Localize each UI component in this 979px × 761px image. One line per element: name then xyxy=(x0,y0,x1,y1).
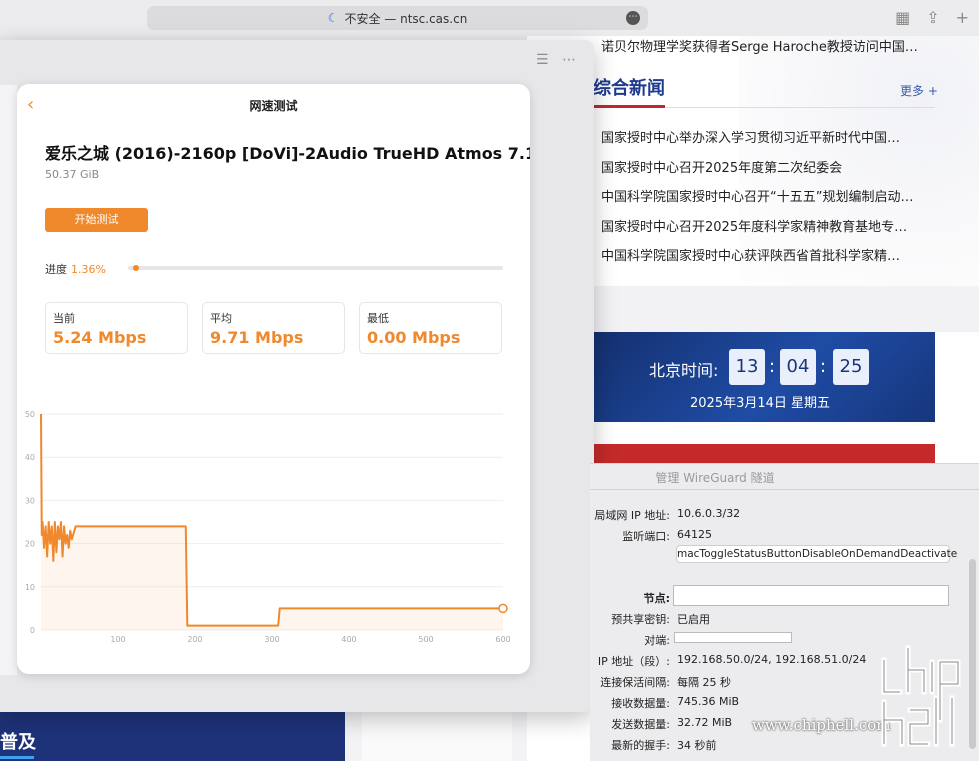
peer-label: 节点: xyxy=(643,592,670,605)
x-tick-label: 600 xyxy=(495,635,510,644)
progress-label-row: 进度 1.36% xyxy=(45,261,106,277)
science-banner-label[interactable]: 普及 xyxy=(0,728,36,754)
file-size: 50.37 GiB xyxy=(45,168,100,181)
new-tab-icon[interactable]: + xyxy=(956,8,969,27)
clock-label: 北京时间: xyxy=(649,361,719,380)
progress-label: 进度 xyxy=(45,263,67,276)
endpoint-label: 对端: xyxy=(644,634,670,647)
progress-bar xyxy=(128,265,503,271)
last-point-marker xyxy=(498,603,508,614)
wireguard-title: 管理 WireGuard 隧道 xyxy=(655,471,775,485)
page-menu-icon[interactable]: ⋯ xyxy=(626,11,640,25)
news-item[interactable]: 国家授时中心召开2025年度第二次纪委会 xyxy=(601,154,941,184)
beijing-clock: 北京时间: 13 : 04 : 25 2025年3月14日 星期五 xyxy=(593,332,935,422)
speed-chart: 0 10 20 30 40 50 100 200 300 400 500 600 xyxy=(25,410,511,644)
toggle-status-button[interactable]: macToggleStatusButtonDisableOnDemandDeac… xyxy=(676,545,957,563)
section-title: 综合新闻 xyxy=(593,78,665,99)
section-title-underline xyxy=(593,105,665,108)
sidebar-edge xyxy=(0,85,17,675)
scrollbar[interactable] xyxy=(969,559,976,749)
list-icon[interactable]: ☰ xyxy=(536,52,549,68)
handshake-label: 最新的握手: xyxy=(611,739,670,752)
science-banner-underline xyxy=(0,756,34,759)
lan-ip-value: 10.6.0.3/32 xyxy=(677,507,741,520)
allowed-ips-label: IP 地址（段）: xyxy=(597,655,670,668)
stat-average-label: 平均 xyxy=(210,312,232,325)
toolbar-icons: ▦ ⇪ + xyxy=(895,8,969,27)
rx-value: 745.36 MiB xyxy=(677,695,740,708)
gray-band xyxy=(593,286,979,332)
news-item[interactable]: 国家授时中心召开2025年度科学家精神教育基地专… xyxy=(601,213,941,243)
y-tick-label: 30 xyxy=(25,496,35,505)
stat-average-value: 9.71 Mbps xyxy=(210,328,304,347)
keepalive-value: 每隔 25 秒 xyxy=(677,676,731,689)
file-name: 爱乐之城 (2016)-2160p [DoVi]-2Audio TrueHD A… xyxy=(45,144,530,163)
x-tick-label: 400 xyxy=(341,635,356,644)
sheet-title: 网速测试 xyxy=(249,99,298,113)
handshake-value: 34 秒前 xyxy=(677,739,717,752)
chiphell-logo-icon xyxy=(881,645,961,747)
clock-hours: 13 xyxy=(729,349,765,385)
clock-colon: : xyxy=(769,356,776,377)
rx-label: 接收数据量: xyxy=(611,697,670,710)
y-tick-label: 10 xyxy=(25,583,35,592)
tab-overview-icon[interactable]: ▦ xyxy=(895,8,910,27)
browser-toolbar: ☾ 不安全 — ntsc.cas.cn ⋯ ▦ ⇪ + xyxy=(0,0,979,36)
x-tick-label: 300 xyxy=(264,635,279,644)
stat-minimum-label: 最低 xyxy=(367,312,389,325)
listen-port-value: 64125 xyxy=(677,528,712,541)
progress-percent: 1.36% xyxy=(71,263,106,276)
allowed-ips-value: 192.168.50.0/24, 192.168.51.0/24 xyxy=(677,653,867,666)
top-news-link[interactable]: 诺贝尔物理学奖获得者Serge Haroche教授访问中国… xyxy=(601,36,918,55)
stat-minimum-value: 0.00 Mbps xyxy=(367,328,461,347)
stat-average: 平均 9.71 Mbps xyxy=(202,302,345,354)
x-tick-label: 500 xyxy=(418,635,433,644)
stat-current-value: 5.24 Mbps xyxy=(53,328,147,347)
watermark-url: www.chiphell.com xyxy=(752,716,891,734)
clock-colon: : xyxy=(820,356,827,377)
clock-minutes: 04 xyxy=(780,349,816,385)
news-item[interactable]: 中国科学院国家授时中心召开“十五五”规划编制启动… xyxy=(601,183,941,213)
news-item[interactable]: 中国科学院国家授时中心获评陕西省首批科学家精… xyxy=(601,242,941,272)
endpoint-field xyxy=(674,632,792,643)
more-icon[interactable]: ⋯ xyxy=(562,52,576,68)
keepalive-label: 连接保活间隔: xyxy=(600,676,670,689)
site-favicon-icon: ☾ xyxy=(327,11,339,25)
preshared-key-label: 预共享密钥: xyxy=(611,613,670,626)
preshared-key-value: 已启用 xyxy=(677,613,710,626)
y-tick-label: 0 xyxy=(30,626,35,635)
more-link[interactable]: 更多 + xyxy=(900,82,938,99)
listen-port-label: 监听端口: xyxy=(622,530,670,543)
progress-fill xyxy=(133,265,140,271)
y-tick-label: 50 xyxy=(25,410,35,419)
address-text: 不安全 — ntsc.cas.cn xyxy=(344,11,468,26)
clock-seconds: 25 xyxy=(833,349,869,385)
stat-current-label: 当前 xyxy=(53,312,75,325)
x-tick-label: 200 xyxy=(187,635,202,644)
share-icon[interactable]: ⇪ xyxy=(926,8,939,27)
page-card xyxy=(362,712,512,761)
x-tick-label: 100 xyxy=(110,635,125,644)
news-list: 国家授时中心举办深入学习贯彻习近平新时代中国… 国家授时中心召开2025年度第二… xyxy=(601,124,941,272)
tx-value: 32.72 MiB xyxy=(677,716,733,729)
series-area xyxy=(41,414,503,630)
title-divider xyxy=(590,489,979,490)
lan-ip-label: 局域网 IP 地址: xyxy=(594,509,670,522)
clock-date: 2025年3月14日 星期五 xyxy=(690,396,831,411)
news-item[interactable]: 国家授时中心举办深入学习贯彻习近平新时代中国… xyxy=(601,124,941,154)
y-tick-label: 20 xyxy=(25,540,35,549)
peer-public-key-field xyxy=(673,585,949,606)
tx-label: 发送数据量: xyxy=(611,718,670,731)
start-test-button[interactable]: 开始测试 xyxy=(45,208,148,232)
science-banner: 普及 xyxy=(0,712,345,761)
stat-minimum: 最低 0.00 Mbps xyxy=(359,302,502,354)
stat-current: 当前 5.24 Mbps xyxy=(45,302,188,354)
address-bar[interactable]: ☾ 不安全 — ntsc.cas.cn ⋯ xyxy=(147,6,648,30)
y-tick-label: 40 xyxy=(25,453,35,462)
speed-test-sheet: ‹ 网速测试 爱乐之城 (2016)-2160p [DoVi]-2Audio T… xyxy=(17,84,530,674)
